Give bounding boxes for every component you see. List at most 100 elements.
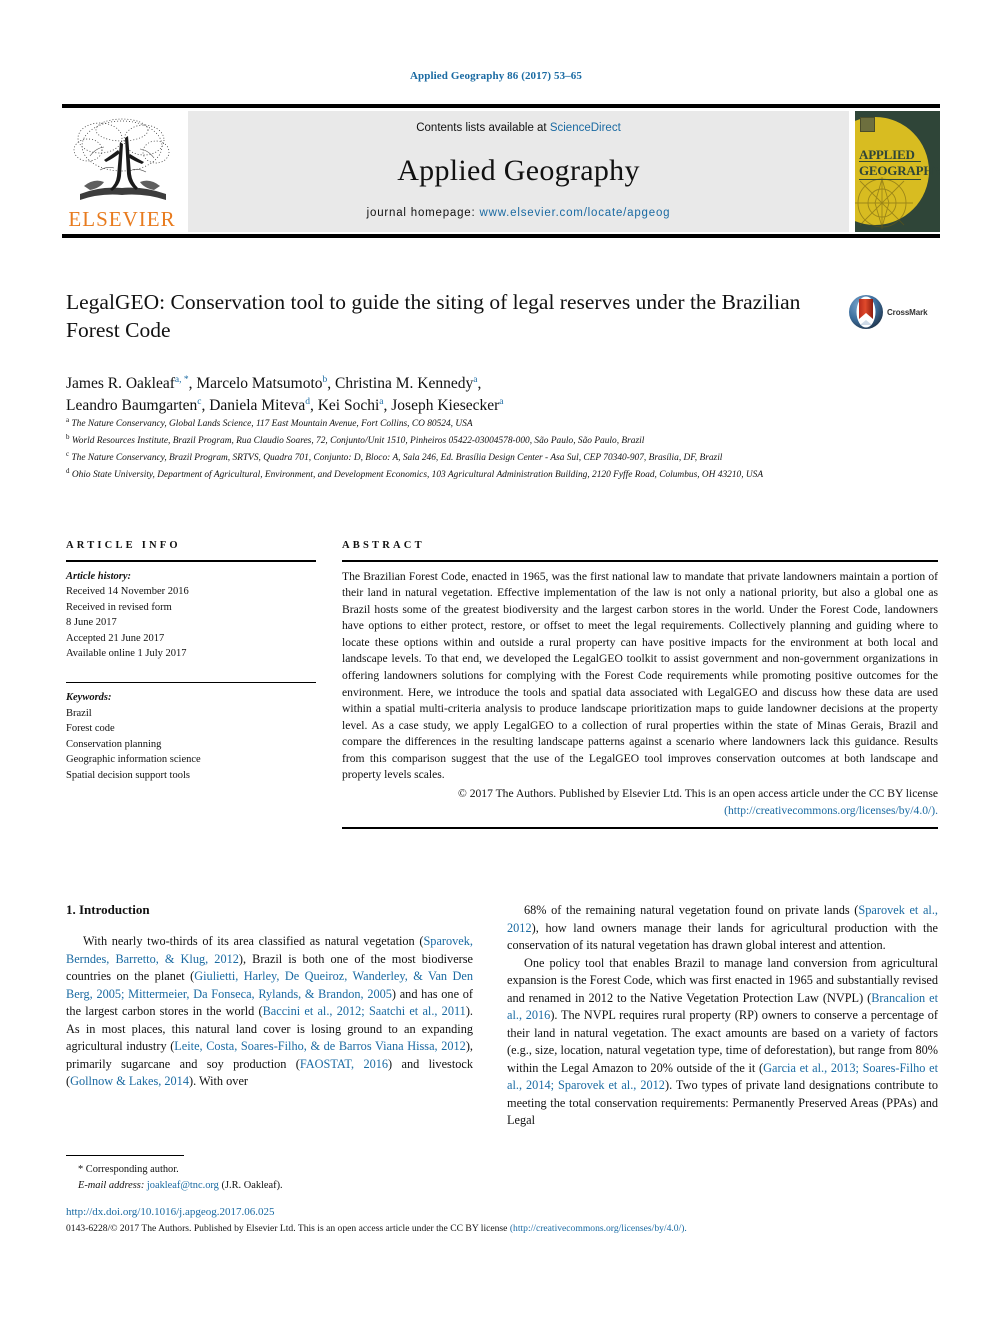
affiliation-item: b World Resources Institute, Brazil Prog… <box>66 432 938 449</box>
journal-masthead: ELSEVIER Contents lists available at Sci… <box>62 104 940 238</box>
body-text-run: ), how land owners manage their lands fo… <box>507 920 938 953</box>
keyword-item: Geographic information science <box>66 754 201 766</box>
crossmark-icon <box>849 295 883 329</box>
running-head: Applied Geography 86 (2017) 53–65 <box>410 70 582 82</box>
sciencedirect-link[interactable]: ScienceDirect <box>550 122 621 134</box>
keyword-item: Conservation planning <box>66 738 162 750</box>
affiliation-item: a The Nature Conservancy, Global Lands S… <box>66 415 938 432</box>
footnote-rule <box>66 1155 184 1157</box>
masthead-bottom-rule <box>62 234 940 238</box>
journal-cover-thumbnail: APPLIED GEOGRAPHY <box>855 111 940 232</box>
author-sup-b: b <box>322 374 328 385</box>
cover-rule-2 <box>859 179 921 180</box>
contents-prefix: Contents lists available at <box>416 122 550 134</box>
keyword-item: Forest code <box>66 723 115 735</box>
abstract-copyright: © 2017 The Authors. Published by Elsevie… <box>342 786 938 819</box>
email-owner: (J.R. Oakleaf). <box>221 1179 283 1191</box>
abstract-text: The Brazilian Forest Code, enacted in 19… <box>342 569 938 782</box>
abstract-column: ABSTRACT The Brazilian Forest Code, enac… <box>342 540 938 829</box>
history-item: Accepted 21 June 2017 <box>66 632 165 644</box>
history-item: Available online 1 July 2017 <box>66 648 187 660</box>
body-column-right: 68% of the remaining natural vegetation … <box>507 902 938 1130</box>
email-label: E-mail address: <box>78 1179 145 1191</box>
author-sup-a3: a <box>379 397 384 408</box>
masthead-center-panel: Contents lists available at ScienceDirec… <box>188 111 849 232</box>
cover-rule-1 <box>859 161 921 162</box>
journal-homepage-link[interactable]: www.elsevier.com/locate/apgeog <box>480 207 671 219</box>
author-sup-a2: a <box>473 374 478 385</box>
elsevier-logo: ELSEVIER <box>62 111 182 232</box>
citation-link[interactable]: Gollnow & Lakes, 2014 <box>70 1074 189 1088</box>
article-info-label: ARTICLE INFO <box>66 540 181 551</box>
homepage-prefix: journal homepage: <box>366 207 480 219</box>
citation-link[interactable]: FAOSTAT, 2016 <box>300 1057 388 1071</box>
keywords-group: Keywords: Brazil Forest code Conservatio… <box>66 690 316 783</box>
article-history-group: Article history: Received 14 November 20… <box>66 569 316 662</box>
keywords-rule <box>66 681 316 684</box>
keyword-item: Brazil <box>66 707 92 719</box>
body-paragraph-right-1: 68% of the remaining natural vegetation … <box>507 902 938 955</box>
affiliation-item: c The Nature Conservancy, Brazil Program… <box>66 449 938 466</box>
keywords-heading: Keywords: <box>66 692 112 704</box>
page-title: LegalGEO: Conservation tool to guide the… <box>66 290 801 343</box>
doi-link[interactable]: http://dx.doi.org/10.1016/j.apgeog.2017.… <box>66 1206 274 1218</box>
citation-link[interactable]: Baccini et al., 2012; Saatchi et al., 20… <box>263 1004 466 1018</box>
author-sup-a-star: a, * <box>174 374 189 385</box>
affiliation-marker-d: d <box>66 466 70 475</box>
elsevier-wordmark: ELSEVIER <box>68 207 176 231</box>
paper-page: Applied Geography 86 (2017) 53–65 ELSEVI… <box>0 0 992 1323</box>
body-paragraph-right-2: One policy tool that enables Brazil to m… <box>507 955 938 1130</box>
body-text-run: With nearly two-thirds of its area class… <box>83 934 424 948</box>
body-paragraph-left-1: With nearly two-thirds of its area class… <box>66 933 473 1091</box>
crossmark-badge[interactable]: CrossMark <box>848 292 942 332</box>
body-text-run: ). With over <box>188 1074 249 1089</box>
abstract-bottom-rule <box>342 827 938 829</box>
title-block: LegalGEO: Conservation tool to guide the… <box>66 288 838 345</box>
corresponding-author-line: * Corresponding author. <box>78 1164 179 1176</box>
cover-square-mark <box>860 117 875 132</box>
copyright-prefix: © 2017 The Authors. Published by Elsevie… <box>458 787 938 801</box>
citation-link[interactable]: Leite, Costa, Soares-Filho, & de Barros … <box>174 1039 466 1053</box>
author-sup-d: d <box>305 397 310 408</box>
author-list: James R. Oakleafa, *, Marcelo Matsumotob… <box>66 374 504 415</box>
article-history-heading: Article history: <box>66 570 132 582</box>
affiliation-marker-c: c <box>66 449 70 458</box>
footer-cc-license-link[interactable]: (http://creativecommons.org/licenses/by/… <box>510 1223 687 1234</box>
history-item: Received in revised form <box>66 601 172 613</box>
history-item: 8 June 2017 <box>66 617 117 629</box>
keyword-item: Spatial decision support tools <box>66 769 190 781</box>
page-footer: http://dx.doi.org/10.1016/j.apgeog.2017.… <box>66 1202 942 1236</box>
journal-homepage-line: journal homepage: www.elsevier.com/locat… <box>367 207 671 219</box>
section-heading-introduction: 1. Introduction <box>66 902 150 917</box>
email-link[interactable]: joakleaf@tnc.org <box>147 1180 219 1191</box>
affiliation-list: a The Nature Conservancy, Global Lands S… <box>66 415 938 483</box>
issn-prefix: 0143-6228/© 2017 The Authors. Published … <box>66 1222 510 1234</box>
email-address-line: E-mail address: joakleaf@tnc.org (J.R. O… <box>66 1178 473 1194</box>
affiliation-item: d Ohio State University, Department of A… <box>66 466 938 483</box>
corresponding-author-footnote: * Corresponding author. E-mail address: … <box>66 1155 473 1193</box>
affiliation-marker-b: b <box>66 432 70 441</box>
affiliation-text-a: The Nature Conservancy, Global Lands Sci… <box>71 419 473 430</box>
author-sup-c: c <box>197 397 202 408</box>
affiliation-text-b: World Resources Institute, Brazil Progra… <box>71 436 645 447</box>
contents-available-line: Contents lists available at ScienceDirec… <box>416 122 621 134</box>
masthead-top-rule <box>62 104 940 108</box>
history-item: Received 14 November 2016 <box>66 586 189 598</box>
abstract-rule <box>342 560 938 562</box>
body-column-left: 1. Introduction With nearly two-thirds o… <box>66 902 473 1091</box>
issn-copyright-line: 0143-6228/© 2017 The Authors. Published … <box>66 1222 942 1236</box>
affiliation-marker-a: a <box>66 416 70 424</box>
cover-title-line-2: GEOGRAPHY <box>859 163 940 178</box>
affiliation-text-d: Ohio State University, Department of Agr… <box>71 470 764 481</box>
author-sup-a4: a <box>499 397 504 408</box>
cc-license-link[interactable]: (http://creativecommons.org/licenses/by/… <box>724 804 938 817</box>
affiliation-text-c: The Nature Conservancy, Brazil Program, … <box>71 453 723 464</box>
article-info-rule <box>66 560 316 562</box>
crossmark-label: CrossMark <box>887 307 928 317</box>
cover-compass-icon <box>855 177 913 229</box>
body-text-run: 68% of the remaining natural vegetation … <box>524 903 859 917</box>
elsevier-tree-icon <box>73 118 170 200</box>
abstract-label: ABSTRACT <box>342 540 425 551</box>
article-info-column: ARTICLE INFO Article history: Received 1… <box>66 540 316 783</box>
journal-title: Applied Geography <box>397 153 640 187</box>
